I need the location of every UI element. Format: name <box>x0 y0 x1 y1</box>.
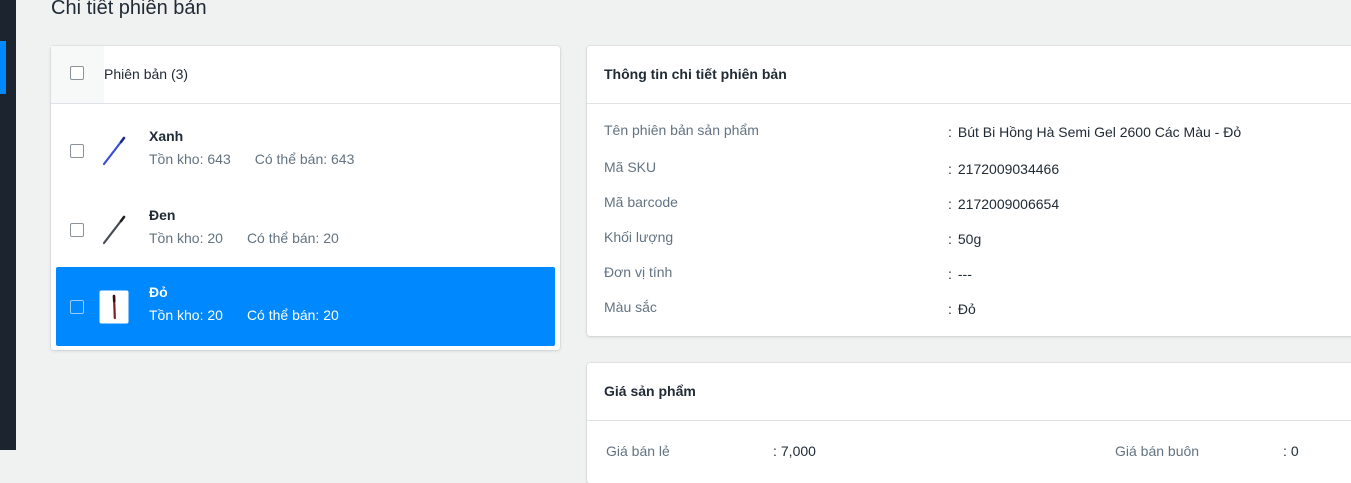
detail-row-barcode: Mã barcode 2172009006654 <box>587 194 1351 229</box>
variant-checkbox[interactable] <box>70 144 84 158</box>
stock-on-hand: Tồn kho: 20 <box>149 307 223 323</box>
sidebar <box>0 0 16 450</box>
detail-value: 50g <box>948 231 981 247</box>
detail-label: Mã SKU <box>604 159 656 175</box>
stock-on-hand: Tồn kho: 643 <box>149 151 231 167</box>
detail-row-weight: Khối lượng 50g <box>587 229 1351 264</box>
sidebar-active-indicator <box>0 41 6 94</box>
detail-label: Đơn vị tính <box>604 264 672 280</box>
detail-row-unit: Đơn vị tính --- <box>587 264 1351 299</box>
detail-row-color: Màu sắc Đỏ <box>587 299 1351 334</box>
detail-value: --- <box>948 266 972 282</box>
detail-label: Tên phiên bản sản phẩm <box>604 122 759 138</box>
variant-name: Xanh <box>149 128 183 144</box>
details-header: Thông tin chi tiết phiên bản <box>587 46 1351 104</box>
red-pen-icon <box>99 290 129 324</box>
variant-row-do[interactable]: Đỏ Tồn kho: 20 Có thể bán: 20 <box>56 267 555 346</box>
stock-available: Có thể bán: 643 <box>255 151 355 167</box>
detail-row-sku: Mã SKU 2172009034466 <box>587 159 1351 194</box>
detail-label: Màu sắc <box>604 299 657 315</box>
wholesale-price-label: Giá bán buôn <box>1115 443 1199 459</box>
select-all-checkbox[interactable] <box>70 66 84 80</box>
detail-value: Đỏ <box>948 301 976 317</box>
stock-available: Có thể bán: 20 <box>247 307 339 323</box>
detail-value: 2172009006654 <box>948 196 1059 212</box>
detail-value: 2172009034466 <box>948 161 1059 177</box>
pricing-header: Giá sản phẩm <box>587 363 1351 421</box>
blue-pen-icon <box>99 134 129 168</box>
retail-price-label: Giá bán lẻ <box>606 443 670 459</box>
variant-name: Đen <box>149 207 175 223</box>
variants-count-title: Phiên bản (3) <box>104 66 188 82</box>
variants-card: Phiên bản (3) Xanh Tồn kho: 643 Có thể bá… <box>51 46 560 350</box>
wholesale-price-value: 0 <box>1283 443 1299 459</box>
detail-row-name: Tên phiên bản sản phẩm Bút Bi Hồng Hà Se… <box>587 122 1351 157</box>
variant-row-xanh[interactable]: Xanh Tồn kho: 643 Có thể bán: 643 <box>56 111 555 190</box>
variant-name: Đỏ <box>149 284 168 300</box>
retail-price-value: 7,000 <box>773 443 816 459</box>
variant-details-card: Thông tin chi tiết phiên bản Tên phiên b… <box>587 46 1351 336</box>
stock-on-hand: Tồn kho: 20 <box>149 230 223 246</box>
detail-value: Bút Bi Hồng Hà Semi Gel 2600 Các Màu - Đ… <box>948 124 1241 140</box>
variant-stock: Tồn kho: 643 Có thể bán: 643 <box>149 151 354 167</box>
variant-stock: Tồn kho: 20 Có thể bán: 20 <box>149 307 339 323</box>
variant-stock: Tồn kho: 20 Có thể bán: 20 <box>149 230 339 246</box>
variant-checkbox[interactable] <box>70 223 84 237</box>
detail-label: Mã barcode <box>604 194 678 210</box>
variant-row-den[interactable]: Đen Tồn kho: 20 Có thể bán: 20 <box>56 190 555 269</box>
pricing-title: Giá sản phẩm <box>604 383 696 399</box>
black-pen-icon <box>99 213 129 247</box>
details-title: Thông tin chi tiết phiên bản <box>604 66 787 82</box>
variants-header: Phiên bản (3) <box>51 46 560 104</box>
page-title: Chi tiết phiên bản <box>51 0 207 22</box>
variant-checkbox[interactable] <box>70 300 84 314</box>
detail-label: Khối lượng <box>604 229 673 245</box>
select-all-area <box>51 46 104 103</box>
pricing-card: Giá sản phẩm Giá bán lẻ 7,000 Giá bán bu… <box>587 363 1351 483</box>
stock-available: Có thể bán: 20 <box>247 230 339 246</box>
